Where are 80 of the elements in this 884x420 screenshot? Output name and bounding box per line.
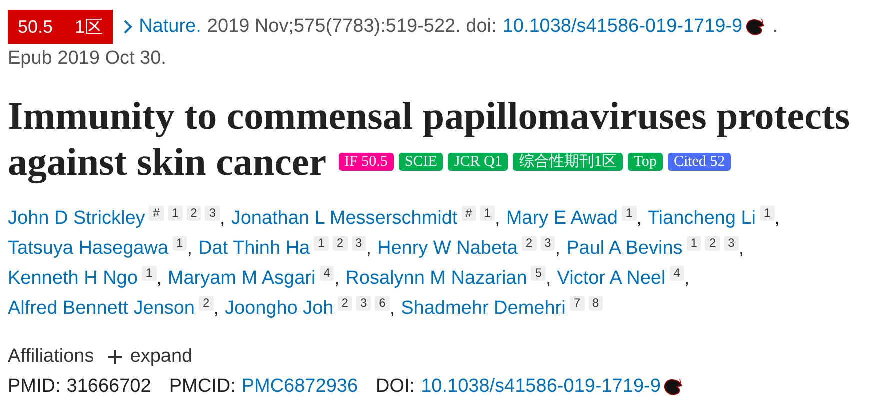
affiliation-mark[interactable]: 1 xyxy=(142,266,157,281)
author-link[interactable]: Jonathan L Messerschmidt xyxy=(231,208,458,229)
affiliation-mark[interactable]: 3 xyxy=(205,206,220,221)
affiliation-mark[interactable]: 2 xyxy=(338,296,352,311)
comma: , xyxy=(636,208,642,229)
chevron-icon xyxy=(123,19,134,35)
citation-details: 2019 Nov;575(7783):519-522. doi: xyxy=(207,16,497,38)
affiliation-mark[interactable]: 3 xyxy=(540,236,556,251)
author-link[interactable]: Henry W Nabeta xyxy=(377,238,518,259)
comma: , xyxy=(546,268,552,289)
affiliation-mark[interactable]: 1 xyxy=(172,236,188,251)
article-title: against skin cancer xyxy=(8,141,327,184)
tag-badge: IF 50.5 xyxy=(338,153,394,172)
comma: , xyxy=(774,208,780,229)
author-link[interactable]: Dat Thinh Ha xyxy=(198,238,310,259)
affiliation-mark[interactable]: 1 xyxy=(760,206,775,221)
author-link[interactable]: Alfred Bennett Jenson xyxy=(8,298,195,319)
comma: , xyxy=(738,238,744,259)
identifier-link[interactable]: PMC6872936 xyxy=(242,376,358,398)
affiliation-mark[interactable]: 7 xyxy=(570,296,585,311)
identifier-label: DOI: xyxy=(376,376,416,398)
identifier-label: PMCID: xyxy=(169,376,236,398)
tag-badge: Cited 52 xyxy=(668,153,732,172)
affiliation-mark[interactable]: 6 xyxy=(375,296,390,311)
comma: , xyxy=(366,238,372,259)
tag-badge: SCIE xyxy=(398,153,444,172)
identifier-label: PMID: xyxy=(8,376,61,398)
affiliation-mark[interactable]: # xyxy=(462,206,476,221)
affiliation-mark[interactable]: 1 xyxy=(314,236,329,251)
affiliation-mark[interactable]: 2 xyxy=(522,236,537,251)
comma: , xyxy=(214,298,219,319)
affiliation-mark[interactable]: 1 xyxy=(480,206,496,221)
comma: , xyxy=(390,298,396,319)
author-link[interactable]: Tiancheng Li xyxy=(648,208,756,229)
comma: , xyxy=(684,268,690,289)
author-link[interactable]: Rosalynn M Nazarian xyxy=(346,268,528,289)
comma: , xyxy=(187,238,193,259)
comma: , xyxy=(334,268,340,289)
journal-link[interactable]: Nature. xyxy=(139,16,202,38)
period-text: . xyxy=(772,16,778,38)
author-link[interactable]: Shadmehr Demehri xyxy=(401,298,566,319)
affiliation-mark[interactable]: 4 xyxy=(320,266,334,281)
author-link[interactable]: Joongho Joh xyxy=(224,298,334,319)
comma: , xyxy=(555,238,561,259)
tag-badge: 综合性期刊1区 xyxy=(513,153,623,172)
affiliation-mark[interactable]: 4 xyxy=(670,266,684,281)
author-link[interactable]: Mary E Awad xyxy=(506,208,618,229)
tag-badge: JCR Q1 xyxy=(448,153,508,172)
comma: , xyxy=(220,208,226,229)
author-link[interactable]: John D Strickley xyxy=(8,208,146,229)
affiliation-mark[interactable]: 2 xyxy=(198,296,214,311)
identifier-link[interactable]: 10.1038/s41586-019-1719-9 xyxy=(421,376,661,398)
affiliation-mark[interactable]: 1 xyxy=(168,206,183,221)
author-link[interactable]: Kenneth H Ngo xyxy=(8,268,138,289)
doi-link[interactable]: 10.1038/s41586-019-1719-9 xyxy=(502,16,743,38)
author-link[interactable]: Tatsuya Hasegawa xyxy=(8,238,169,259)
identifier-value: 31666702 xyxy=(66,376,152,398)
author-link[interactable]: Paul A Bevins xyxy=(566,238,683,259)
affiliation-mark[interactable]: 2 xyxy=(186,206,202,221)
author-link[interactable]: Maryam M Asgari xyxy=(168,268,316,289)
affiliation-mark[interactable]: 3 xyxy=(352,236,366,251)
epub-date: Epub 2019 Oct 30. xyxy=(8,48,168,70)
affiliations-label: Affiliations xyxy=(8,346,94,368)
affiliation-mark[interactable]: 1 xyxy=(686,236,702,251)
affiliation-mark[interactable]: 3 xyxy=(356,296,372,311)
comma: , xyxy=(495,208,500,229)
tag-badge: Top xyxy=(628,153,663,172)
affiliation-mark[interactable]: 2 xyxy=(332,236,348,251)
plus-icon xyxy=(108,350,122,364)
author-link[interactable]: Victor A Neel xyxy=(557,268,666,289)
affiliation-mark[interactable]: 5 xyxy=(531,266,546,281)
affiliation-mark[interactable]: 1 xyxy=(622,206,637,221)
expand-button[interactable]: expand xyxy=(108,346,193,368)
affiliation-mark[interactable]: 2 xyxy=(705,236,720,251)
article-title: Immunity to commensal papillomaviruses protects xyxy=(8,95,850,138)
affiliation-mark[interactable]: 8 xyxy=(588,296,604,311)
affiliation-mark[interactable]: 3 xyxy=(724,236,739,251)
comma: , xyxy=(156,268,162,289)
journal-badge: 50.5 1区 xyxy=(8,10,114,44)
affiliation-mark[interactable]: # xyxy=(149,206,164,221)
